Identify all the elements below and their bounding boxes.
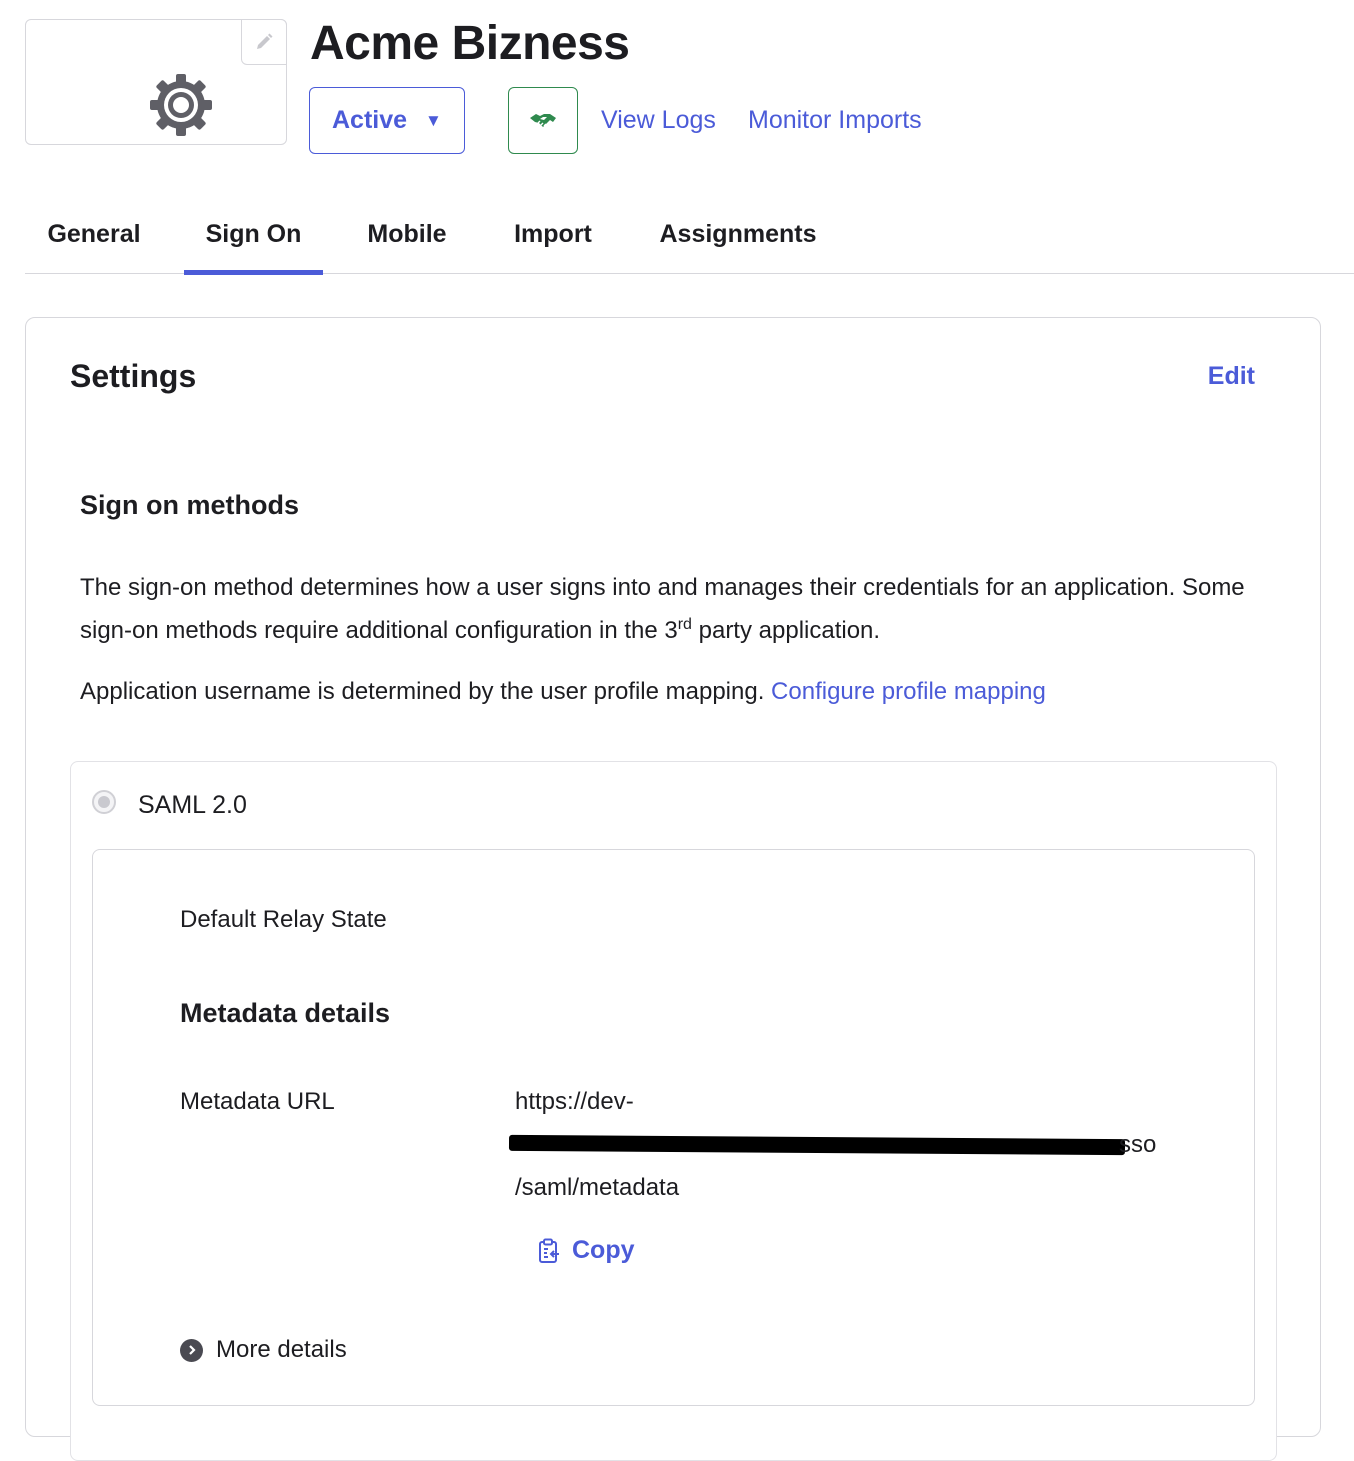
- settings-card: Settings Edit Sign on methods The sign-o…: [25, 317, 1321, 1461]
- metadata-url-value: https://dev- sso /saml/metadata: [508, 1080, 1175, 1209]
- edit-settings-link[interactable]: Edit: [1208, 362, 1255, 391]
- metadata-details-title: Metadata details: [180, 998, 391, 1028]
- app-title: Acme Bizness: [310, 17, 630, 70]
- status-label: Active: [332, 106, 408, 134]
- settings-title: Settings: [70, 358, 197, 394]
- tab-bar: General Sign On Mobile Import Assignment…: [25, 200, 1354, 275]
- saml-label: SAML 2.0: [138, 791, 247, 819]
- copy-label: Copy: [572, 1236, 635, 1264]
- saml-details-panel: Default Relay State Metadata details Met…: [92, 849, 1255, 1406]
- tab-mobile[interactable]: Mobile: [344, 200, 470, 274]
- handshake-icon: [530, 113, 556, 127]
- caret-down-icon: ▼: [425, 110, 442, 130]
- tab-sign-on[interactable]: Sign On: [184, 200, 323, 275]
- sign-on-methods-title: Sign on methods: [80, 490, 299, 520]
- app-logo: [25, 19, 287, 145]
- more-details-toggle[interactable]: More details: [180, 1336, 347, 1364]
- clipboard-icon: [539, 1238, 559, 1263]
- edit-logo-button[interactable]: [241, 19, 287, 65]
- more-details-label: More details: [216, 1336, 347, 1363]
- copy-metadata-url-button[interactable]: Copy: [538, 1236, 635, 1265]
- redaction-bar: [508, 1134, 1126, 1156]
- gear-icon: [150, 74, 212, 136]
- tab-general[interactable]: General: [25, 200, 163, 274]
- monitor-imports-link[interactable]: Monitor Imports: [748, 104, 922, 136]
- configure-profile-mapping-link[interactable]: Configure profile mapping: [771, 678, 1046, 705]
- pencil-icon: [257, 33, 273, 49]
- metadata-url-label: Metadata URL: [180, 1088, 335, 1115]
- tab-assignments[interactable]: Assignments: [637, 200, 839, 274]
- chevron-right-icon: [180, 1338, 203, 1362]
- username-mapping-text: Application username is determined by th…: [80, 678, 1046, 705]
- tab-import[interactable]: Import: [490, 200, 616, 274]
- status-dropdown-button[interactable]: Active ▼: [309, 87, 465, 154]
- saml-radio[interactable]: [92, 790, 116, 814]
- push-groups-button[interactable]: [508, 87, 578, 154]
- saml-method-option: SAML 2.0 Default Relay State Metadata de…: [70, 761, 1277, 1461]
- sign-on-methods-description: The sign-on method determines how a user…: [80, 574, 1245, 644]
- view-logs-link[interactable]: View Logs: [601, 104, 716, 136]
- default-relay-state-label: Default Relay State: [180, 906, 387, 933]
